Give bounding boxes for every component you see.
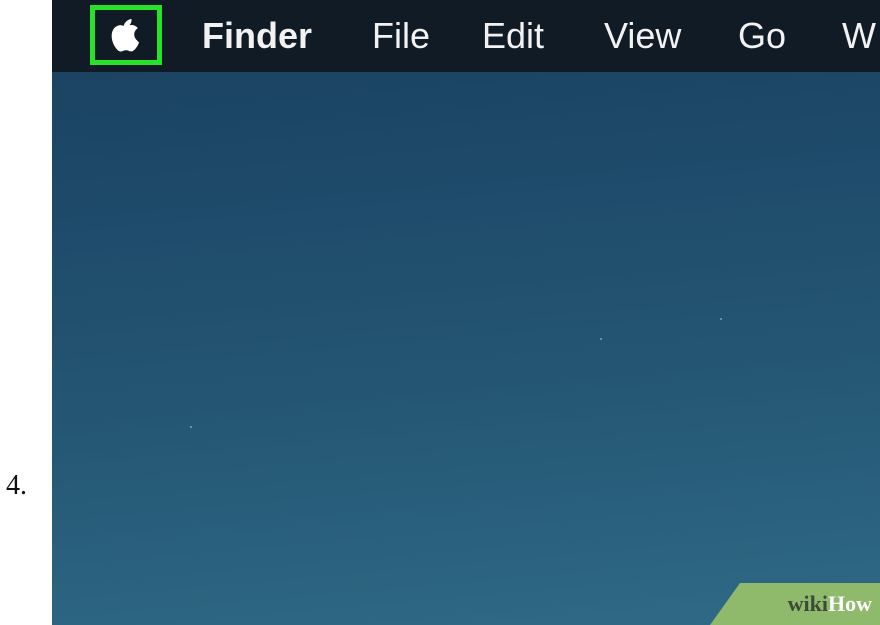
menu-go[interactable]: Go (738, 12, 786, 60)
wikihow-watermark: wiki How (710, 583, 880, 625)
menu-bar: Finder File Edit View Go W (52, 0, 880, 72)
step-number: 4. (6, 470, 27, 501)
watermark-how: How (828, 591, 872, 616)
watermark-wiki: wiki (787, 591, 828, 616)
desktop-star (600, 338, 602, 340)
menu-file[interactable]: File (372, 12, 430, 60)
apple-menu-button[interactable] (90, 5, 162, 65)
desktop-star (720, 318, 722, 320)
desktop-star (190, 426, 192, 428)
mac-desktop-screenshot: Finder File Edit View Go W wiki How (52, 0, 880, 625)
menu-edit[interactable]: Edit (482, 12, 544, 60)
apple-logo-icon (111, 19, 139, 52)
menu-finder[interactable]: Finder (202, 12, 312, 60)
menu-view[interactable]: View (604, 12, 681, 60)
menu-window[interactable]: W (842, 12, 876, 60)
